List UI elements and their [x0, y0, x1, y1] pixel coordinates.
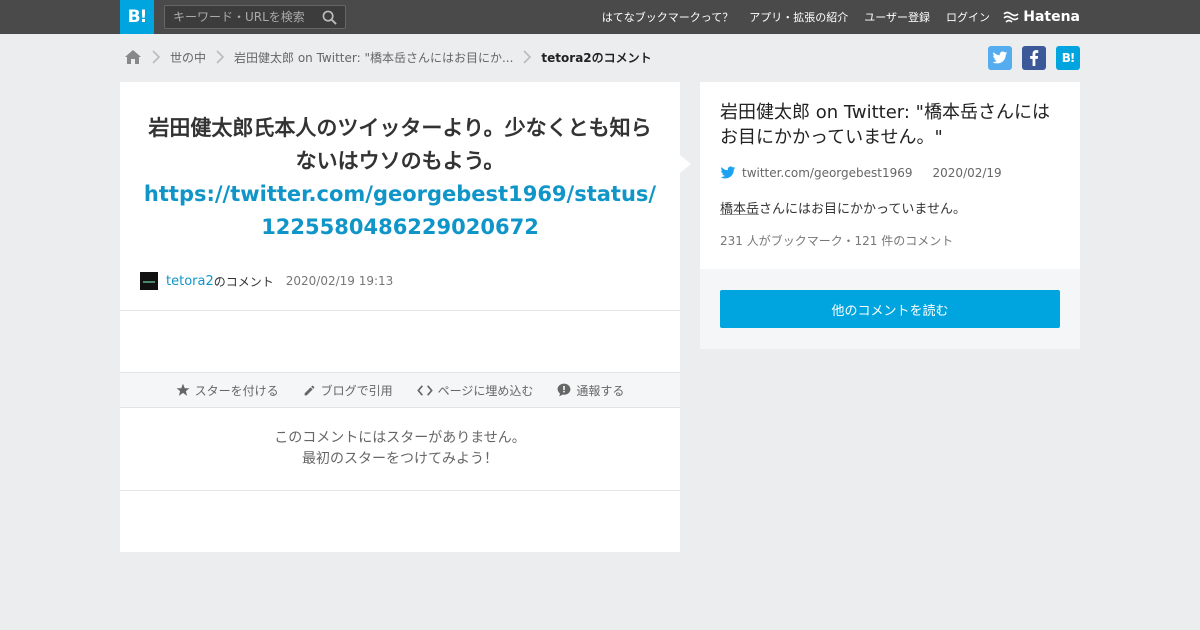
add-star-button[interactable]: スターを付ける — [176, 382, 279, 399]
avatar[interactable] — [140, 272, 158, 290]
star-icon — [176, 383, 190, 396]
hatena-brand[interactable]: Hatena — [1003, 8, 1080, 26]
entry-card-footer: 他のコメントを読む — [700, 269, 1080, 349]
keyword-link[interactable]: 橋本岳 — [720, 202, 759, 217]
search-box — [164, 5, 346, 29]
blog-quote-button[interactable]: ブログで引用 — [303, 382, 393, 399]
nav-apps[interactable]: アプリ・拡張の紹介 — [749, 9, 848, 25]
entry-meta: twitter.com/georgebest1969 2020/02/19 — [720, 166, 1002, 180]
chevron-right-icon — [216, 50, 225, 64]
breadcrumb-current: tetora2のコメント — [541, 50, 652, 65]
username-suffix: のコメント — [213, 274, 274, 289]
embed-label: ページに埋め込む — [437, 383, 534, 398]
no-star-line1: このコメントにはスターがありません。 — [274, 430, 526, 446]
entry-domain-link[interactable]: twitter.com/georgebest1969 — [742, 166, 913, 180]
top-bar: B! はてなブックマークって？ アプリ・拡張の紹介 ユーザー登録 ログイン Ha… — [0, 0, 1200, 34]
hatena-bookmark-share-button[interactable]: B! — [1056, 46, 1080, 70]
no-star-line2: 最初のスターをつけてみよう！ — [302, 451, 498, 467]
hatena-bookmark-logo[interactable]: B! — [120, 0, 154, 34]
hatena-brand-text: Hatena — [1023, 9, 1080, 25]
hatena-wave-icon — [1003, 11, 1019, 23]
pencil-icon — [304, 385, 314, 395]
entry-description-text: さんにはお目にかかっていません。 — [759, 202, 966, 217]
add-star-label: スターを付ける — [194, 383, 279, 398]
embed-button[interactable]: ページに埋め込む — [416, 382, 534, 399]
search-input[interactable] — [165, 6, 315, 28]
code-icon — [416, 384, 433, 396]
no-star-message: このコメントにはスターがありません。 最初のスターをつけてみよう！ — [120, 428, 680, 470]
comment-date: 2020/02/19 19:13 — [285, 274, 394, 288]
comment-link[interactable]: https://twitter.com/georgebest1969/statu… — [140, 178, 660, 244]
nav-login[interactable]: ログイン — [946, 9, 990, 25]
twitter-bird-icon — [992, 51, 1008, 64]
report-button[interactable]: 通報する — [557, 382, 624, 399]
chevron-right-icon — [523, 50, 532, 64]
blog-quote-label: ブログで引用 — [320, 383, 393, 398]
share-buttons: B! — [978, 46, 1080, 70]
twitter-bird-icon — [720, 166, 736, 179]
comment-author: tetora2 のコメント 2020/02/19 19:13 — [140, 270, 393, 292]
breadcrumb: 世の中 岩田健太郎 on Twitter: "橋本岳さんにはお目にか... te… — [124, 46, 652, 68]
divider — [120, 490, 680, 491]
breadcrumb-category[interactable]: 世の中 — [170, 49, 206, 66]
comment-actions: スターを付ける ブログで引用 ページに埋め込む 通報する — [120, 372, 680, 408]
username-link[interactable]: tetora2 — [166, 274, 214, 289]
chevron-right-icon — [152, 50, 161, 64]
search-icon[interactable] — [322, 10, 337, 25]
top-nav: はてなブックマークって？ アプリ・拡張の紹介 ユーザー登録 ログイン — [586, 0, 990, 34]
facebook-share-button[interactable] — [1022, 46, 1046, 70]
nav-about[interactable]: はてなブックマークって？ — [602, 9, 733, 25]
facebook-icon — [1030, 50, 1039, 66]
entry-date: 2020/02/19 — [932, 166, 1002, 180]
home-icon[interactable] — [124, 49, 142, 65]
read-more-comments-button[interactable]: 他のコメントを読む — [720, 290, 1060, 328]
entry-title[interactable]: 岩田健太郎 on Twitter: "橋本岳さんにはお目にかかっていません。" — [720, 100, 1064, 150]
nav-register[interactable]: ユーザー登録 — [864, 9, 930, 25]
report-label: 通報する — [576, 383, 625, 398]
card-pointer — [680, 155, 691, 173]
divider — [120, 310, 680, 311]
comment-card: 岩田健太郎氏本人のツイッターより。少なくとも知らないはウソのもよう。 https… — [120, 82, 680, 552]
entry-card: 岩田健太郎 on Twitter: "橋本岳さんにはお目にかかっていません。" … — [700, 82, 1080, 269]
comment-body: 岩田健太郎氏本人のツイッターより。少なくとも知らないはウソのもよう。 https… — [140, 112, 660, 244]
comment-text: 岩田健太郎氏本人のツイッターより。少なくとも知らないはウソのもよう。 — [148, 116, 652, 173]
report-bubble-icon — [557, 383, 571, 397]
entry-description: 橋本岳さんにはお目にかかっていません。 — [720, 198, 966, 217]
twitter-share-button[interactable] — [988, 46, 1012, 70]
breadcrumb-entry[interactable]: 岩田健太郎 on Twitter: "橋本岳さんにはお目にか... — [234, 49, 513, 66]
entry-stats[interactable]: 231 人がブックマーク・121 件のコメント — [720, 232, 953, 249]
